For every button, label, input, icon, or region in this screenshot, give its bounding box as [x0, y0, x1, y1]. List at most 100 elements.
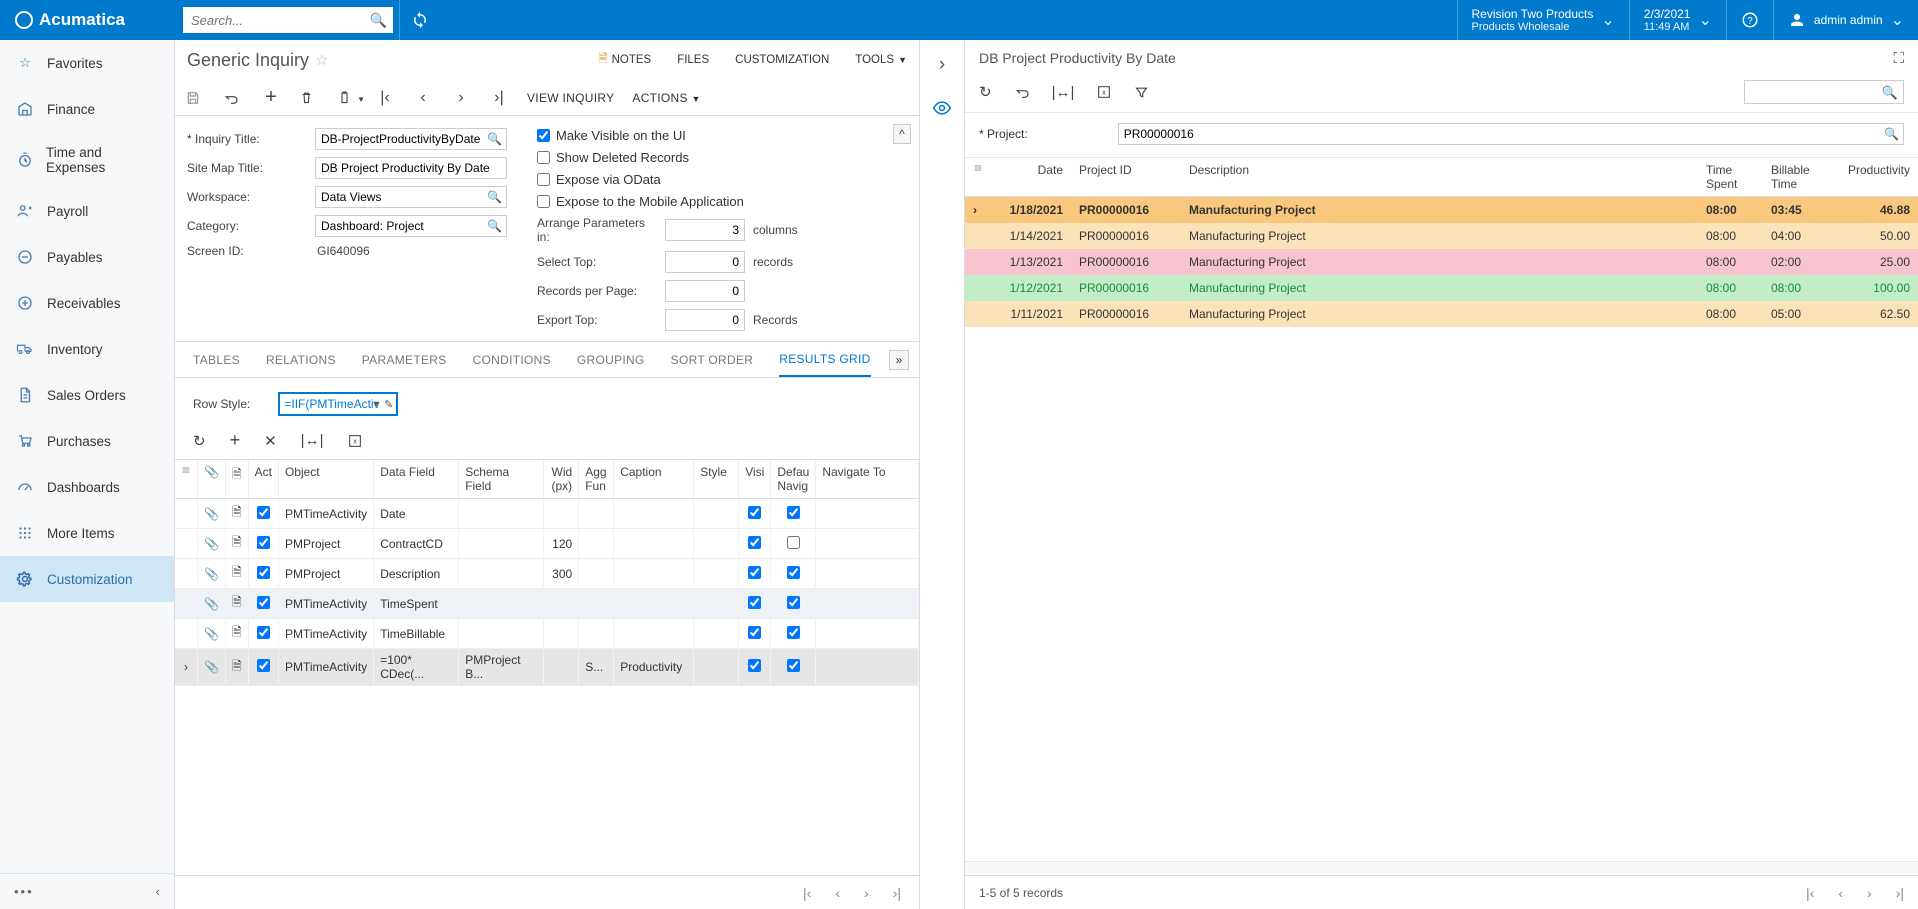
date-col-header[interactable]: Date: [991, 158, 1071, 197]
show-deleted-checkbox[interactable]: Show Deleted Records: [537, 150, 897, 165]
checkbox[interactable]: [748, 506, 761, 519]
checkbox[interactable]: [748, 659, 761, 672]
checkbox[interactable]: [787, 506, 800, 519]
files-cell[interactable]: 📎: [198, 499, 226, 529]
notes-button[interactable]: 🗎NOTES: [598, 51, 651, 70]
brand-logo[interactable]: Acumatica: [0, 10, 175, 30]
cancel-button[interactable]: [223, 90, 243, 106]
time-spent-col-header[interactable]: Time Spent: [1698, 158, 1763, 197]
tab-parameters[interactable]: PARAMETERS: [362, 342, 447, 377]
table-row[interactable]: 1/12/2021PR00000016Manufacturing Project…: [965, 275, 1918, 301]
expose-mobile-checkbox[interactable]: Expose to the Mobile Application: [537, 194, 897, 209]
prev-button[interactable]: ‹: [413, 89, 433, 107]
customization-menu[interactable]: CUSTOMIZATION: [735, 51, 829, 70]
tenant-selector[interactable]: Revision Two Products Products Wholesale…: [1457, 0, 1629, 40]
nav-purchases[interactable]: Purchases: [0, 418, 174, 464]
notes-cell[interactable]: 🗎: [225, 499, 248, 529]
refresh-grid-button[interactable]: ↻: [193, 432, 206, 450]
checkbox[interactable]: [748, 566, 761, 579]
tab-tables[interactable]: TABLES: [193, 342, 240, 377]
nav-sales-orders[interactable]: Sales Orders: [0, 372, 174, 418]
checkbox[interactable]: [787, 659, 800, 672]
schema-field-col-header[interactable]: Schema Field: [459, 460, 544, 499]
refresh-header-button[interactable]: [399, 0, 439, 40]
default-nav-col-header[interactable]: Defau Navig: [771, 460, 816, 499]
nav-time-expenses[interactable]: Time and Expenses: [0, 132, 174, 188]
lookup-icon[interactable]: 🔍: [487, 132, 502, 146]
tab-results-grid[interactable]: RESULTS GRID: [779, 342, 870, 377]
collapse-nav-icon[interactable]: ‹: [156, 884, 160, 899]
save-button[interactable]: [185, 90, 205, 106]
refresh-preview-button[interactable]: ↻: [979, 83, 992, 101]
table-row[interactable]: 1/11/2021PR00000016Manufacturing Project…: [965, 301, 1918, 327]
nav-dashboards[interactable]: Dashboards: [0, 464, 174, 510]
project-input[interactable]: [1118, 123, 1904, 145]
checkbox[interactable]: [257, 566, 270, 579]
navigate-to-col-header[interactable]: Navigate To: [816, 460, 919, 499]
tabs-overflow-button[interactable]: »: [889, 350, 909, 370]
sitemap-title-input[interactable]: [315, 157, 507, 179]
nav-payables[interactable]: Payables: [0, 234, 174, 280]
tab-relations[interactable]: RELATIONS: [266, 342, 336, 377]
visible-col-header[interactable]: Visi: [739, 460, 771, 499]
tab-grouping[interactable]: GROUPING: [577, 342, 645, 377]
export-excel-button[interactable]: x: [347, 433, 363, 449]
delete-button[interactable]: [299, 90, 319, 105]
expose-odata-checkbox[interactable]: Expose via OData: [537, 172, 897, 187]
pager-next-button[interactable]: ›: [1867, 885, 1872, 901]
export-top-input[interactable]: [665, 309, 745, 331]
nav-more-items[interactable]: More Items: [0, 510, 174, 556]
chevron-right-icon[interactable]: ›: [939, 54, 945, 76]
files-button[interactable]: FILES: [677, 51, 709, 70]
favorite-star-icon[interactable]: ☆: [315, 51, 328, 69]
table-row[interactable]: 📎🗎PMProjectContractCD120: [175, 529, 919, 559]
checkbox[interactable]: [787, 596, 800, 609]
arrange-params-input[interactable]: [665, 219, 745, 241]
select-top-input[interactable]: [665, 251, 745, 273]
tab-conditions[interactable]: CONDITIONS: [473, 342, 551, 377]
files-cell[interactable]: 📎: [198, 559, 226, 589]
make-visible-checkbox[interactable]: Make Visible on the UI: [537, 128, 897, 143]
next-button[interactable]: ›: [451, 89, 471, 107]
notes-cell[interactable]: 🗎: [225, 619, 248, 649]
fit-columns-button[interactable]: |↔|: [301, 432, 324, 449]
last-button[interactable]: ›|: [489, 89, 509, 107]
expand-icon[interactable]: ⛶: [1893, 50, 1904, 67]
caret-down-icon[interactable]: ▼: [371, 399, 380, 409]
billable-time-col-header[interactable]: Billable Time: [1763, 158, 1828, 197]
fit-columns-button[interactable]: |↔|: [1052, 84, 1075, 101]
nav-finance[interactable]: Finance: [0, 86, 174, 132]
business-date[interactable]: 2/3/2021 11:49 AM ⌄: [1629, 0, 1726, 40]
pager-last-button[interactable]: ›|: [893, 885, 901, 901]
actions-menu[interactable]: ACTIONS ▼: [632, 91, 700, 105]
view-inquiry-button[interactable]: VIEW INQUIRY: [527, 91, 614, 105]
table-row[interactable]: 📎🗎PMProjectDescription300: [175, 559, 919, 589]
pager-first-button[interactable]: |‹: [803, 885, 811, 901]
add-button[interactable]: +: [261, 86, 281, 109]
table-row[interactable]: ›1/18/2021PR00000016Manufacturing Projec…: [965, 197, 1918, 224]
agg-col-header[interactable]: Agg Fun: [579, 460, 614, 499]
lookup-icon[interactable]: 🔍: [1884, 127, 1899, 141]
more-icon[interactable]: •••: [14, 884, 34, 899]
productivity-col-header[interactable]: Productivity: [1828, 158, 1918, 197]
checkbox[interactable]: [257, 626, 270, 639]
notes-cell[interactable]: 🗎: [225, 529, 248, 559]
delete-row-button[interactable]: ✕: [264, 432, 277, 450]
files-cell[interactable]: 📎: [198, 529, 226, 559]
checkbox[interactable]: [787, 536, 800, 549]
lookup-icon[interactable]: 🔍: [487, 219, 502, 233]
user-menu[interactable]: admin admin ⌄: [1773, 0, 1918, 40]
active-col-header[interactable]: Act: [248, 460, 278, 499]
files-cell[interactable]: 📎: [198, 589, 226, 619]
caption-col-header[interactable]: Caption: [614, 460, 694, 499]
tab-sort-order[interactable]: SORT ORDER: [671, 342, 754, 377]
export-excel-button[interactable]: x: [1096, 84, 1112, 100]
pager-next-button[interactable]: ›: [864, 885, 869, 901]
table-row[interactable]: 1/13/2021PR00000016Manufacturing Project…: [965, 249, 1918, 275]
notes-cell[interactable]: 🗎: [225, 589, 248, 619]
data-field-col-header[interactable]: Data Field: [374, 460, 459, 499]
pager-first-button[interactable]: |‹: [1806, 885, 1814, 901]
project-id-col-header[interactable]: Project ID: [1071, 158, 1181, 197]
checkbox[interactable]: [748, 536, 761, 549]
inquiry-title-input[interactable]: [315, 128, 507, 150]
